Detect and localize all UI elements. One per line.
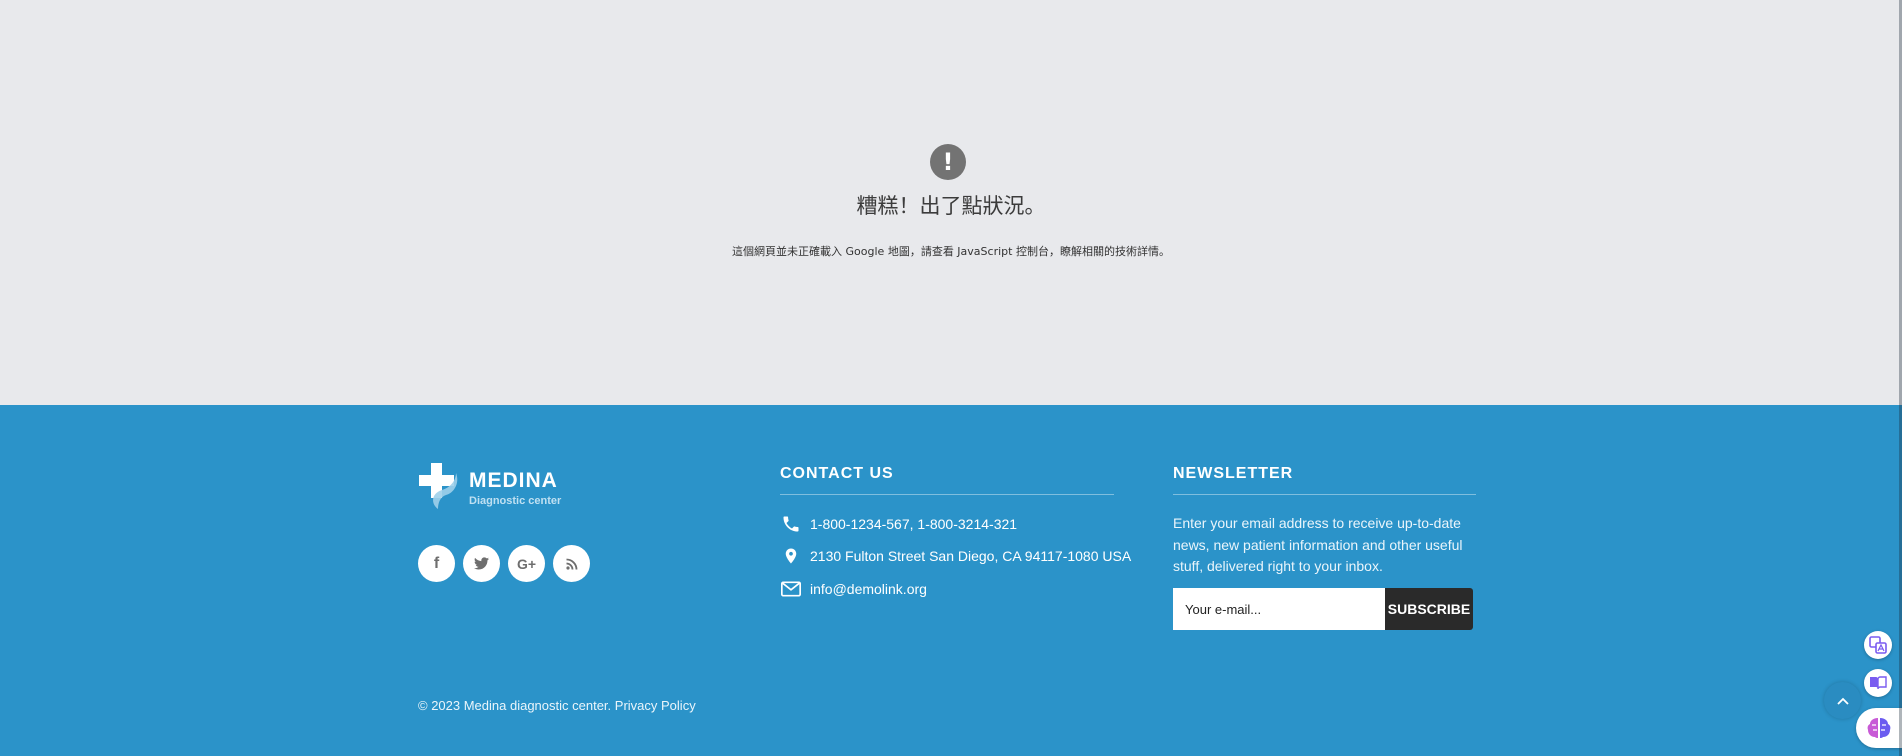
chevron-up-icon bbox=[1836, 697, 1849, 705]
contact-phone-text[interactable]: 1-800-1234-567, 1-800-3214-321 bbox=[810, 516, 1017, 532]
contact-email: info@demolink.org bbox=[780, 578, 927, 600]
rss-icon bbox=[565, 558, 577, 570]
mail-icon bbox=[780, 578, 802, 600]
privacy-policy-link[interactable]: Privacy Policy bbox=[615, 698, 696, 713]
contact-address-text: 2130 Fulton Street San Diego, CA 94117-1… bbox=[810, 548, 1132, 564]
newsletter-description: Enter your email address to receive up-t… bbox=[1173, 515, 1463, 574]
contact-phone: 1-800-1234-567, 1-800-3214-321 bbox=[780, 513, 1017, 535]
brain-icon bbox=[1867, 718, 1891, 738]
twitter-button[interactable] bbox=[463, 545, 500, 582]
copyright: © 2023 Medina diagnostic center. Privacy… bbox=[418, 698, 696, 713]
scroll-to-top-button[interactable] bbox=[1824, 682, 1861, 719]
facebook-button[interactable]: f bbox=[418, 545, 455, 582]
contact-email-link[interactable]: info@demolink.org bbox=[810, 581, 927, 597]
map-container: ! 糟糕！出了點狀況。 這個網頁並未正確載入 Google 地圖，請查看 Jav… bbox=[0, 0, 1902, 405]
contact-heading: CONTACT US bbox=[780, 465, 894, 482]
footer-logo[interactable]: MEDINA Diagnostic center bbox=[418, 463, 568, 511]
subscribe-button[interactable]: SUBSCRIBE bbox=[1385, 588, 1473, 630]
exclamation-icon: ! bbox=[930, 144, 966, 180]
translate-widget-button[interactable] bbox=[1864, 631, 1892, 659]
logo-title: MEDINA bbox=[469, 469, 558, 492]
newsletter-heading: NEWSLETTER bbox=[1173, 465, 1294, 482]
google-plus-button[interactable]: G+ bbox=[508, 545, 545, 582]
map-pin-icon bbox=[780, 545, 802, 567]
ai-assistant-button[interactable] bbox=[1856, 708, 1902, 748]
site-footer: MEDINA Diagnostic center f G+ CONTACT US bbox=[0, 405, 1899, 756]
reader-widget-button[interactable] bbox=[1864, 669, 1892, 697]
translate-icon bbox=[1869, 636, 1887, 654]
newsletter-divider bbox=[1173, 494, 1476, 495]
newsletter-email-input[interactable] bbox=[1173, 588, 1385, 630]
contact-address: 2130 Fulton Street San Diego, CA 94117-1… bbox=[780, 545, 1131, 567]
phone-icon bbox=[780, 513, 802, 535]
map-error-description: 這個網頁並未正確載入 Google 地圖，請查看 JavaScript 控制台，… bbox=[732, 245, 1170, 258]
medical-cross-icon bbox=[419, 463, 458, 509]
facebook-icon: f bbox=[433, 554, 440, 572]
contact-divider bbox=[780, 494, 1114, 495]
google-plus-icon: G+ bbox=[516, 555, 537, 572]
book-icon bbox=[1870, 676, 1887, 690]
logo-subtitle: Diagnostic center bbox=[469, 495, 562, 507]
map-error-title: 糟糕！出了點狀況。 bbox=[856, 194, 1046, 218]
rss-button[interactable] bbox=[553, 545, 590, 582]
twitter-icon bbox=[474, 557, 489, 570]
copyright-text: © 2023 Medina diagnostic center. bbox=[418, 698, 612, 713]
social-links: f G+ bbox=[418, 545, 590, 582]
